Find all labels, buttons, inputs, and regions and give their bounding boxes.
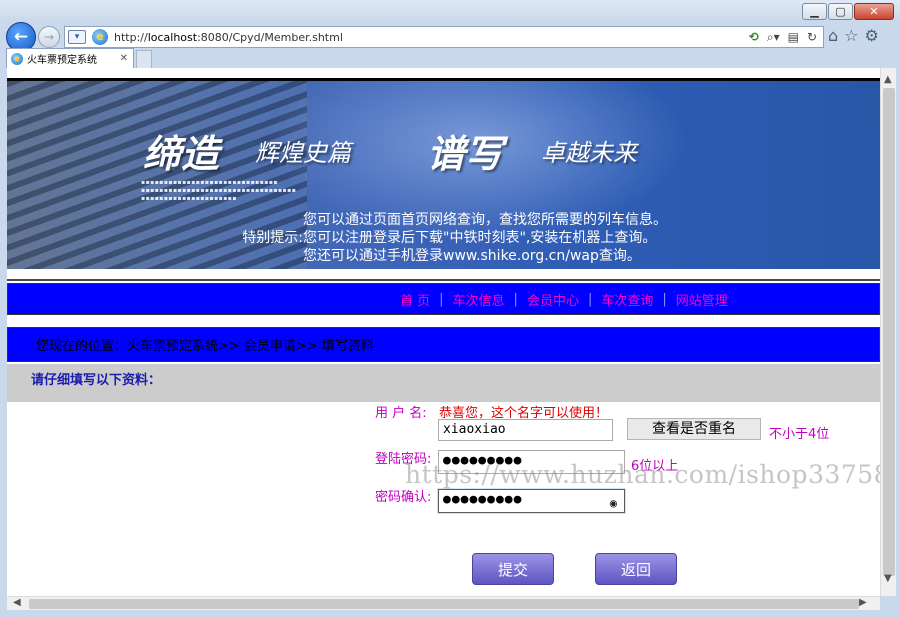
- scroll-up-icon[interactable]: ▲: [884, 74, 892, 85]
- compatibility-icon[interactable]: ▾: [68, 30, 86, 44]
- url-rest: :8080/Cpyd/Member.shtml: [197, 30, 343, 44]
- tab-strip: e 火车票预定系统 ✕: [0, 48, 900, 68]
- submit-button[interactable]: 提交: [472, 553, 554, 585]
- horizontal-scroll-thumb[interactable]: [29, 599, 859, 609]
- ie-page-icon: e: [92, 29, 108, 45]
- ie-tab-icon: e: [11, 52, 23, 65]
- refresh-icon[interactable]: ↻: [807, 30, 817, 44]
- notice-line2: 您可以注册登录后下载"中铁时刻表",安装在机器上查询。: [303, 230, 657, 246]
- scroll-right-icon[interactable]: ▶: [859, 597, 867, 608]
- menu-separator: |: [587, 291, 593, 307]
- confirm-password-input[interactable]: ●●●●●●●●● ◉: [438, 489, 625, 513]
- breadcrumb: 您现在的位置：火车票预定系统>> 会员申请>> 填写资料: [7, 327, 880, 362]
- page-viewport: 缔造 辉煌史篇 谱写 卓越未来 ▪▪▪▪▪▪▪▪▪▪▪▪▪▪▪▪▪▪▪▪▪▪▪▪…: [7, 68, 880, 596]
- close-window-button[interactable]: ✕: [854, 3, 894, 20]
- scroll-down-icon[interactable]: ▼: [884, 573, 892, 584]
- username-hint: 不小于4位: [769, 427, 830, 442]
- main-menu: 首 页 | 车次信息 | 会员中心 | 车次查询 | 网站管理: [7, 283, 880, 315]
- url-prefix: http://: [114, 30, 148, 44]
- slogan-part4: 卓越未来: [541, 139, 637, 167]
- new-tab-button[interactable]: [136, 50, 152, 68]
- username-label: 用 户 名:: [375, 406, 427, 421]
- slogan-part2: 辉煌史篇: [255, 139, 351, 167]
- menu-item-site-admin[interactable]: 网站管理: [676, 290, 728, 309]
- arrow-left-icon: ←: [13, 27, 29, 47]
- vertical-scroll-thumb[interactable]: [883, 88, 895, 576]
- menu-item-home[interactable]: 首 页: [400, 290, 430, 309]
- tab-title: 火车票预定系统: [27, 55, 97, 66]
- vertical-scrollbar[interactable]: ▲ ▼: [880, 68, 896, 596]
- notice-block: 您可以通过页面首页网络查询，查找您所需要的列车信息。 特别提示: 您可以注册登录后…: [223, 211, 667, 265]
- window-titlebar: ▁ ▢ ✕: [0, 0, 900, 22]
- menu-item-train-info[interactable]: 车次信息: [453, 290, 505, 309]
- decorative-text-lines: ▪▪▪▪▪▪▪▪▪▪▪▪▪▪▪▪▪▪▪▪▪▪▪▪▪▪▪▪▪▪ ▪▪▪▪▪▪▪▪▪▪…: [141, 179, 297, 202]
- confirm-password-value: ●●●●●●●●●: [443, 492, 523, 507]
- settings-gear-icon[interactable]: ⚙: [865, 26, 879, 45]
- browser-navbar: ← → ▾ e http://localhost:8080/Cpyd/Membe…: [0, 22, 900, 52]
- header-banner: 缔造 辉煌史篇 谱写 卓越未来 ▪▪▪▪▪▪▪▪▪▪▪▪▪▪▪▪▪▪▪▪▪▪▪▪…: [7, 81, 880, 269]
- search-icon[interactable]: ⌕▾: [767, 30, 780, 45]
- scroll-left-icon[interactable]: ◀: [13, 597, 21, 608]
- back-page-button[interactable]: 返回: [595, 553, 677, 585]
- menu-separator: |: [662, 291, 667, 307]
- banner-bottom-rule: [7, 269, 880, 281]
- menu-item-train-search[interactable]: 车次查询: [601, 290, 653, 309]
- window-controls: ▁ ▢ ✕: [802, 3, 894, 20]
- notice-line1: 您可以通过页面首页网络查询，查找您所需要的列车信息。: [303, 212, 667, 228]
- address-bar[interactable]: ▾ e http://localhost:8080/Cpyd/Member.sh…: [64, 26, 824, 48]
- watermark-text: https://www.huzhan.com/ishop33758: [405, 460, 880, 489]
- tab-active[interactable]: e 火车票预定系统 ✕: [6, 48, 134, 68]
- slogan-part3: 谱写: [427, 131, 504, 176]
- tab-close-icon[interactable]: ✕: [120, 53, 128, 64]
- eye-reveal-icon[interactable]: ◉: [610, 493, 618, 513]
- address-url[interactable]: http://localhost:8080/Cpyd/Member.shtml: [114, 31, 749, 44]
- url-host: localhost: [147, 30, 198, 44]
- form-heading-bar: 请仔细填写以下资料：: [7, 364, 880, 402]
- menu-item-member-center[interactable]: 会员中心: [527, 290, 579, 309]
- maximize-button[interactable]: ▢: [828, 3, 853, 20]
- menu-separator: |: [439, 291, 444, 307]
- minimize-button[interactable]: ▁: [802, 3, 827, 20]
- notice-line3: 您还可以通过手机登录www.shike.org.cn/wap查询。: [303, 248, 641, 264]
- forward-button[interactable]: →: [38, 26, 60, 48]
- menu-separator: |: [513, 291, 518, 307]
- browser-right-icons: ⌂ ☆ ⚙: [828, 26, 879, 45]
- home-icon[interactable]: ⌂: [828, 26, 838, 45]
- page-icon[interactable]: ▤: [788, 30, 799, 44]
- horizontal-scrollbar[interactable]: ◀ ▶: [7, 596, 880, 610]
- arrow-right-icon: →: [43, 30, 55, 44]
- compat-view-icon[interactable]: ⟲: [749, 30, 759, 44]
- username-input[interactable]: xiaoxiao: [438, 419, 613, 441]
- favorites-star-icon[interactable]: ☆: [844, 26, 858, 45]
- address-tools: ⟲ ⌕▾ ▤ ↻: [749, 30, 817, 45]
- slogan-part1: 缔造: [143, 131, 220, 176]
- form-heading: 请仔细填写以下资料：: [31, 373, 162, 388]
- check-duplicate-button[interactable]: 查看是否重名: [627, 418, 761, 440]
- notice-label: 特别提示:: [242, 230, 303, 246]
